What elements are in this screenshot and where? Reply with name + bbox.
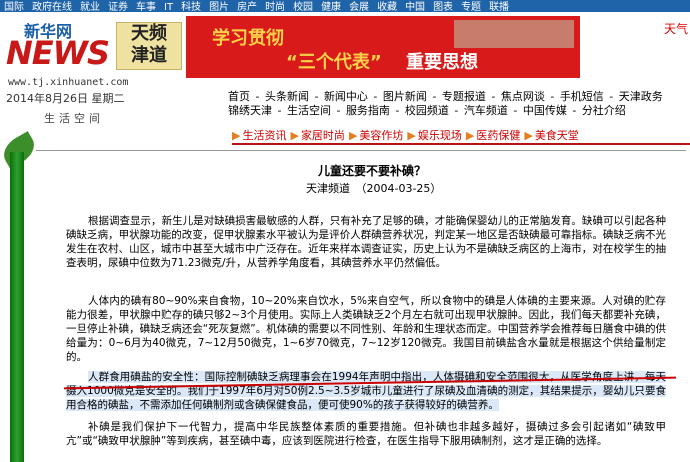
main-nav-item[interactable]: 分社介绍 [582, 104, 626, 117]
tab-label: 美容作坊 [359, 129, 404, 142]
main-nav-item[interactable]: 锦绣天津 [228, 104, 272, 117]
main-nav-item[interactable]: 校园频道 [405, 104, 449, 117]
tab-item[interactable]: ▶ 美容作坊 [349, 127, 403, 143]
channel-tabs: ▶ 生活资讯 ▶ 家居时尚 ▶ 美容作坊 ▶ 娱乐现场 ▶ 医药保健 ▶ 美食天堂 [232, 127, 583, 143]
nav-separator: - [487, 90, 499, 103]
top-nav-item[interactable]: 房产 [237, 3, 257, 13]
main-nav-item[interactable]: 新闻中心 [324, 90, 368, 103]
tab-item[interactable]: ▶ 生活资讯 [232, 127, 286, 143]
arrow-icon: ▶ [465, 129, 475, 142]
divider [36, 150, 686, 151]
top-nav-item[interactable]: 专题 [461, 3, 481, 13]
main-nav: 首页 - 头条新闻 - 新闻中心 - 图片新闻 - 专题报道 - 焦点网谈 - … [228, 90, 665, 118]
main-nav-item[interactable]: 汽车频道 [464, 104, 508, 117]
top-nav-item[interactable]: 车事 [136, 3, 156, 13]
arrow-icon: ▶ [290, 129, 299, 142]
top-nav-item[interactable]: 健康 [321, 3, 341, 13]
article-title: 儿童还要不要补碘？ [318, 164, 427, 178]
tab-label: 生活资讯 [242, 129, 287, 142]
top-nav-item[interactable]: 时尚 [265, 3, 285, 13]
arrow-icon: ▶ [524, 129, 533, 142]
nav-separator: - [369, 90, 381, 103]
nav-separator: - [252, 90, 263, 103]
top-nav-item[interactable]: IT [164, 3, 173, 13]
banner-line-1: 学习贯彻 [212, 28, 284, 49]
green-bamboo-bar [10, 152, 24, 462]
banner-line-2: “三个代表” [286, 52, 382, 73]
logo-news-text: NEWS [6, 34, 110, 72]
badge-line-2: 津道 [131, 45, 167, 66]
top-nav-item[interactable]: 图片 [209, 3, 229, 13]
main-nav-item[interactable]: 服务指南 [346, 104, 390, 117]
tab-item[interactable]: ▶ 美食天堂 [524, 127, 578, 143]
tab-label: 美食天堂 [534, 129, 579, 142]
life-space-label: 生活空间 [44, 112, 104, 125]
xinhua-logo[interactable]: 新华网 NEWS [6, 14, 110, 80]
article-paragraph-4: 补碘是我们保护下一代智力，提高中华民族整体素质的重要措施。但补碘也非越多越好，摄… [66, 421, 666, 447]
banner-line-3: 重要思想 [406, 52, 478, 73]
badge-line-1: 天频 [131, 23, 167, 44]
tab-label: 娱乐现场 [417, 129, 462, 142]
tianjin-channel-badge[interactable]: 天频 津道 [116, 22, 182, 70]
main-nav-item[interactable]: 首页 [228, 90, 250, 103]
three-represents-banner[interactable]: 学习贯彻 “三个代表” 重要思想 [186, 16, 580, 78]
nav-separator: - [450, 104, 462, 117]
nav-separator: - [428, 90, 440, 103]
top-nav-item[interactable]: 国际 [4, 3, 24, 13]
main-nav-item[interactable]: 头条新闻 [265, 90, 309, 103]
nav-separator: - [332, 104, 344, 117]
top-nav-item[interactable]: 科技 [181, 3, 201, 13]
article-paragraph-3: 人群食用碘盐的安全性：国际控制碘缺乏病理事会在1994年声明中指出，人体摄碘和安… [66, 370, 666, 412]
article-paragraph-1: 根据调查显示，新生儿是对缺碘损害最敏感的人群，只有补充了足够的碘，才能确保婴幼儿… [66, 215, 666, 269]
nav-separator: - [391, 104, 403, 117]
nav-separator: - [509, 104, 521, 117]
tab-item[interactable]: ▶ 医药保健 [466, 127, 520, 143]
main-nav-item[interactable]: 专题报道 [442, 90, 486, 103]
main-nav-item[interactable]: 中国传媒 [523, 104, 567, 117]
banner-book-image [454, 20, 574, 48]
main-nav-row1: 首页 - 头条新闻 - 新闻中心 - 图片新闻 - 专题报道 - 焦点网谈 - … [228, 90, 665, 104]
top-nav-item[interactable]: 证券 [108, 3, 128, 13]
current-date: 2014年8月26日 星期二 [6, 92, 125, 105]
highlighted-text: 人群食用碘盐的安全性：国际控制碘缺乏病理事会在1994年声明中指出，人体摄碘和安… [66, 371, 666, 411]
arrow-icon: ▶ [232, 129, 241, 142]
nav-separator: - [310, 90, 322, 103]
nav-separator: - [605, 90, 617, 103]
arrow-icon: ▶ [407, 129, 416, 142]
arrow-icon: ▶ [348, 129, 358, 142]
nav-separator: - [568, 104, 580, 117]
top-nav-item[interactable]: 收藏 [377, 3, 397, 13]
tab-item[interactable]: ▶ 娱乐现场 [407, 127, 461, 143]
main-nav-item[interactable]: 图片新闻 [383, 90, 427, 103]
nav-separator: - [546, 90, 558, 103]
tab-underline [232, 143, 690, 145]
main-nav-item[interactable]: 生活空间 [287, 104, 331, 117]
article-paragraph-2: 人体内的碘有80~90%来自食物，10~20%来自饮水，5%来自空气，所以食物中… [66, 295, 666, 363]
site-url: www.tj.xinhuanet.com [8, 77, 129, 88]
top-nav-item[interactable]: 校园 [293, 3, 313, 13]
tab-label: 医药保健 [476, 129, 521, 142]
top-nav-item[interactable]: 图表 [433, 3, 453, 13]
top-nav-item[interactable]: 会展 [349, 3, 369, 13]
main-nav-row2: 锦绣天津 - 生活空间 - 服务指南 - 校园频道 - 汽车频道 - 中国传媒 … [228, 104, 665, 118]
top-nav-item[interactable]: 联播 [489, 3, 509, 13]
nav-separator: - [274, 104, 285, 117]
main-nav-item[interactable]: 手机短信 [560, 90, 604, 103]
top-nav-bar: 国际 政府在线 就业 证券 车事 IT 科技 图片 房产 时尚 校园 健康 会展 收藏 中国 图表 专题 联播 [0, 0, 690, 12]
main-nav-item[interactable]: 天津政务 [619, 90, 663, 103]
article-source-date: 天津频道 （2004-03-25） [306, 182, 442, 195]
main-nav-item[interactable]: 焦点网谈 [501, 90, 545, 103]
tab-item[interactable]: ▶ 家居时尚 [290, 127, 344, 143]
weather-link[interactable]: 天气 [664, 20, 688, 37]
top-nav-item[interactable]: 就业 [80, 3, 100, 13]
top-nav-item[interactable]: 政府在线 [32, 3, 72, 13]
top-nav-item[interactable]: 中国 [405, 3, 425, 13]
tab-label: 家居时尚 [300, 129, 345, 142]
